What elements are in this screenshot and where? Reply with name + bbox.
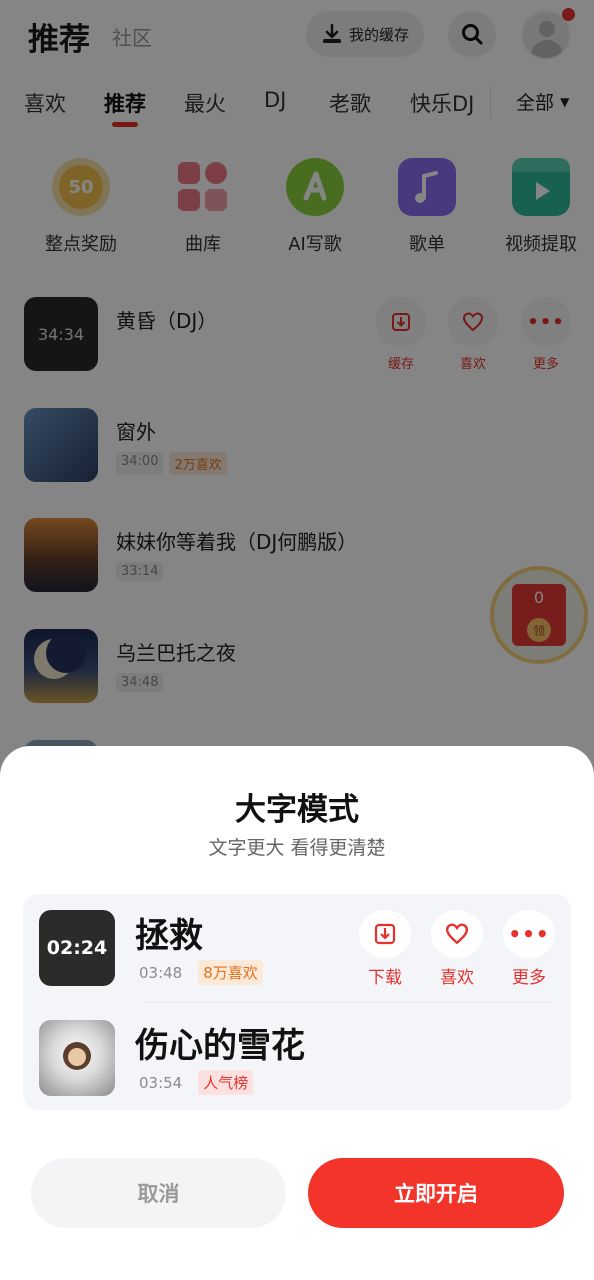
preview-song-title: 拯救 [135,916,203,956]
preview-cover [39,1020,115,1096]
preview-duration: 03:48 [139,963,183,982]
more-dots-icon: ••• [508,922,550,946]
preview-song-meta: 03:48 8万喜欢 [139,960,263,985]
preview-card: 02:24 拯救 03:48 8万喜欢 下载 喜欢 ••• 更多 伤心的雪花 0… [23,894,571,1110]
more-label: 更多 [512,968,546,988]
sheet-title: 大字模式 [235,792,359,828]
preview-more-button: ••• 更多 [503,910,555,988]
download-label: 下载 [368,968,402,988]
heart-icon [445,923,469,945]
preview-chart-chip: 人气榜 [198,1070,254,1095]
cancel-button[interactable]: 取消 [31,1158,286,1228]
large-font-sheet: 大字模式 文字更大 看得更清楚 02:24 拯救 03:48 8万喜欢 下载 喜… [0,746,594,1280]
preview-duration: 03:54 [139,1073,183,1092]
preview-song-meta: 03:54 人气榜 [139,1070,254,1095]
preview-like-button: 喜欢 [431,910,483,988]
enable-now-button[interactable]: 立即开启 [308,1158,564,1228]
preview-divider [143,1002,551,1003]
download-icon [374,923,396,945]
preview-cover: 02:24 [39,910,115,986]
preview-song-title: 伤心的雪花 [135,1026,305,1066]
preview-cover-time: 02:24 [46,937,108,959]
like-label: 喜欢 [440,968,474,988]
preview-download-button: 下载 [359,910,411,988]
preview-likes-chip: 8万喜欢 [198,960,263,985]
sheet-subtitle: 文字更大 看得更清楚 [208,837,386,859]
